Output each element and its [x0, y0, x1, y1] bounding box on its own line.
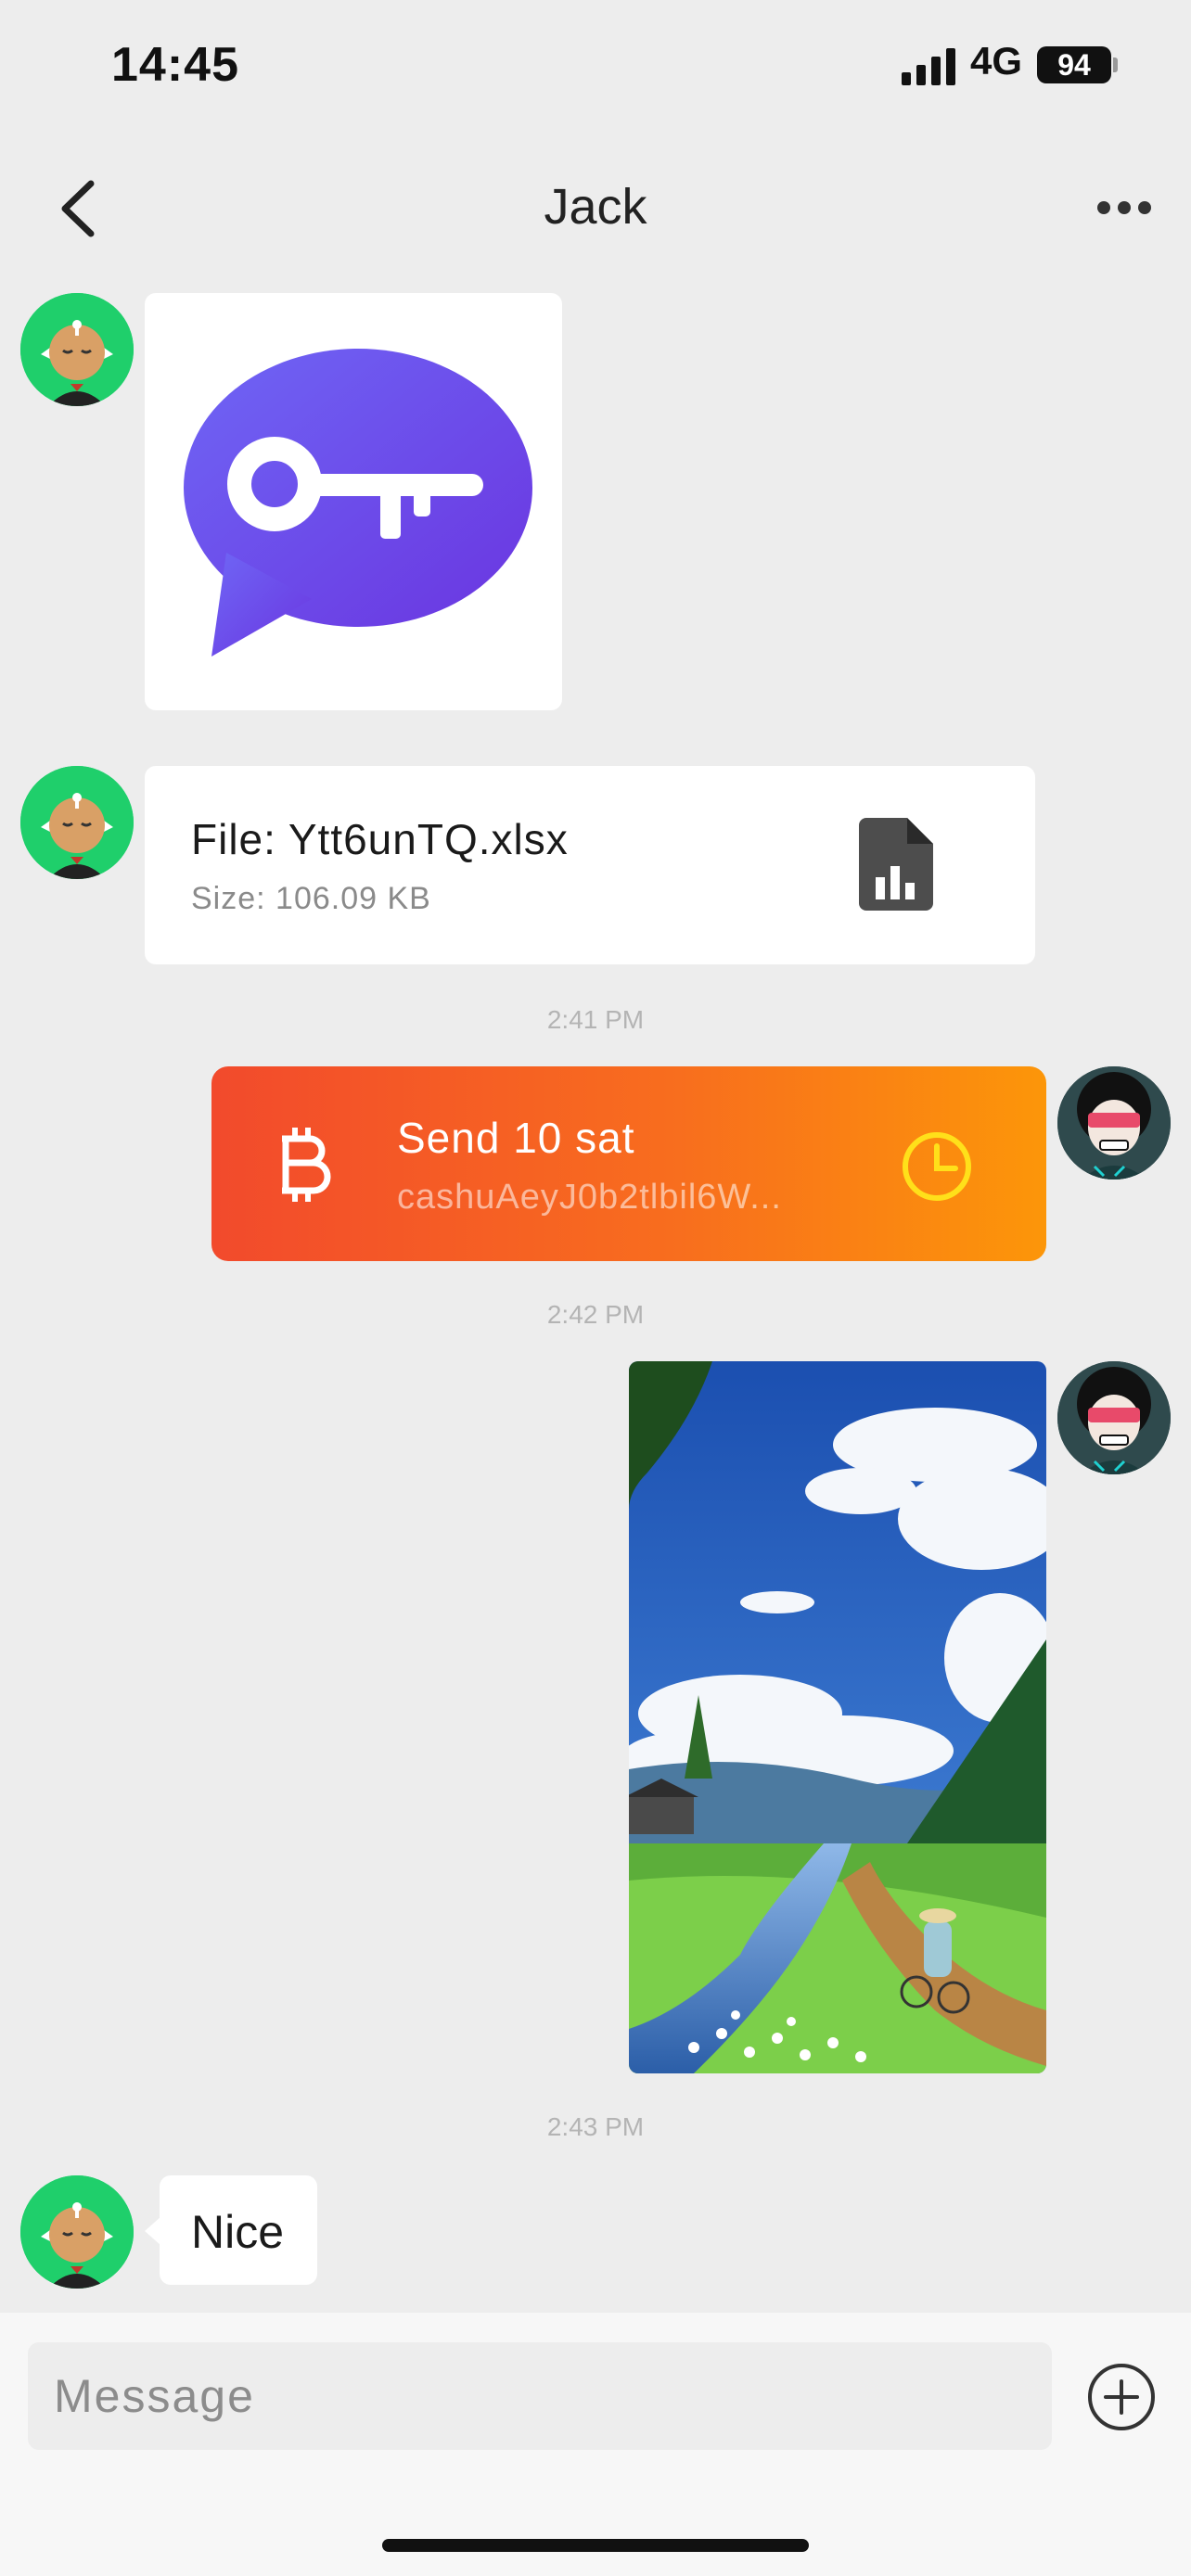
timestamp: 2:43 PM	[546, 2112, 645, 2141]
message-text: Nice	[191, 2206, 285, 2258]
landscape-photo	[629, 1361, 1046, 2073]
contact-avatar-art	[20, 2175, 134, 2289]
clock-icon	[903, 1132, 971, 1201]
app-logo-image	[184, 349, 532, 657]
status-time: 14:45	[111, 38, 239, 92]
self-avatar[interactable]	[1057, 1066, 1171, 1180]
contact-avatar[interactable]	[20, 2175, 134, 2289]
contact-avatar-art	[20, 293, 134, 406]
contact-avatar[interactable]	[20, 293, 134, 406]
home-indicator	[382, 2539, 809, 2552]
battery-cap	[1113, 57, 1118, 72]
spreadsheet-file-icon	[859, 818, 933, 911]
timestamp: 2:42 PM	[546, 1300, 645, 1329]
timestamp: 2:41 PM	[546, 1005, 645, 1034]
contact-avatar[interactable]	[20, 766, 134, 879]
bitcoin-icon	[282, 1128, 331, 1202]
chat-title: Jack	[544, 179, 647, 235]
network-type: 4G	[970, 39, 1023, 83]
self-avatar-art	[1057, 1066, 1171, 1180]
battery-level: 94	[1037, 46, 1111, 83]
file-size: Size: 106.09 KB	[191, 881, 431, 916]
photo-message[interactable]	[629, 1361, 1046, 2073]
self-avatar-art	[1057, 1361, 1171, 1474]
message-input[interactable]	[28, 2342, 1052, 2450]
contact-avatar-art	[20, 766, 134, 879]
ecash-token: cashuAeyJ0b2tlbil6W...	[397, 1178, 782, 1217]
signal-strength-icon	[902, 48, 955, 85]
file-name: File: Ytt6unTQ.xlsx	[191, 815, 569, 863]
image-message[interactable]	[145, 293, 562, 710]
self-avatar[interactable]	[1057, 1361, 1171, 1474]
plus-circle-icon[interactable]	[1085, 2361, 1158, 2433]
ecash-title: Send 10 sat	[397, 1114, 635, 1162]
ellipsis-icon[interactable]	[1095, 189, 1154, 226]
